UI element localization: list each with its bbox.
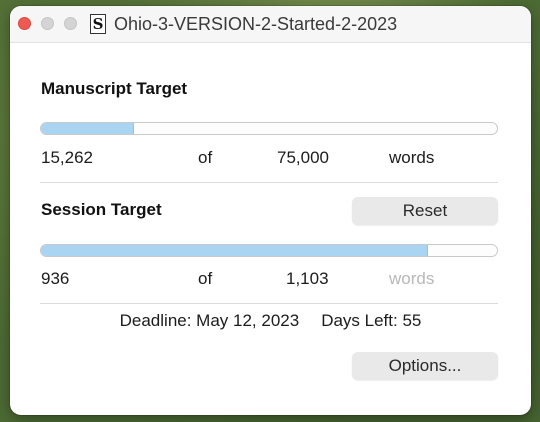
window-title: Ohio-3-VERSION-2-Started-2-2023: [114, 14, 398, 34]
session-progress-fill: [41, 245, 429, 256]
session-of-label: of: [198, 269, 213, 288]
manuscript-of-label: of: [198, 148, 213, 167]
session-progress-bar: [40, 244, 498, 257]
session-current-words: 936: [41, 269, 70, 288]
manuscript-target-heading: Manuscript Target: [41, 79, 188, 98]
project-targets-window: S Ohio-3-VERSION-2-Started-2-2023 Manusc…: [10, 6, 531, 415]
footer-divider: [40, 303, 498, 304]
scrivener-document-icon: S: [90, 14, 106, 34]
options-button[interactable]: Options...: [352, 352, 498, 380]
reset-button[interactable]: Reset: [352, 197, 498, 225]
session-target-words[interactable]: 1,103: [286, 269, 329, 289]
session-target-heading: Session Target: [41, 200, 162, 219]
manuscript-current-words: 15,262: [41, 148, 93, 167]
deadline-text: Deadline: May 12, 2023: [119, 311, 300, 330]
days-left-text: Days Left: 55: [321, 311, 422, 330]
deadline-info: Deadline: May 12, 2023 Days Left: 55: [10, 311, 531, 331]
zoom-window-button[interactable]: [64, 17, 77, 30]
manuscript-progress-bar: [40, 122, 498, 135]
title-bar[interactable]: S Ohio-3-VERSION-2-Started-2-2023: [10, 6, 531, 43]
manuscript-target-words[interactable]: 75,000: [277, 148, 329, 168]
section-divider: [40, 182, 498, 183]
minimize-window-button[interactable]: [41, 17, 54, 30]
session-unit-label: words: [389, 269, 435, 288]
close-window-button[interactable]: [18, 17, 31, 30]
manuscript-unit-label[interactable]: words: [389, 148, 434, 168]
manuscript-progress-fill: [41, 123, 134, 134]
